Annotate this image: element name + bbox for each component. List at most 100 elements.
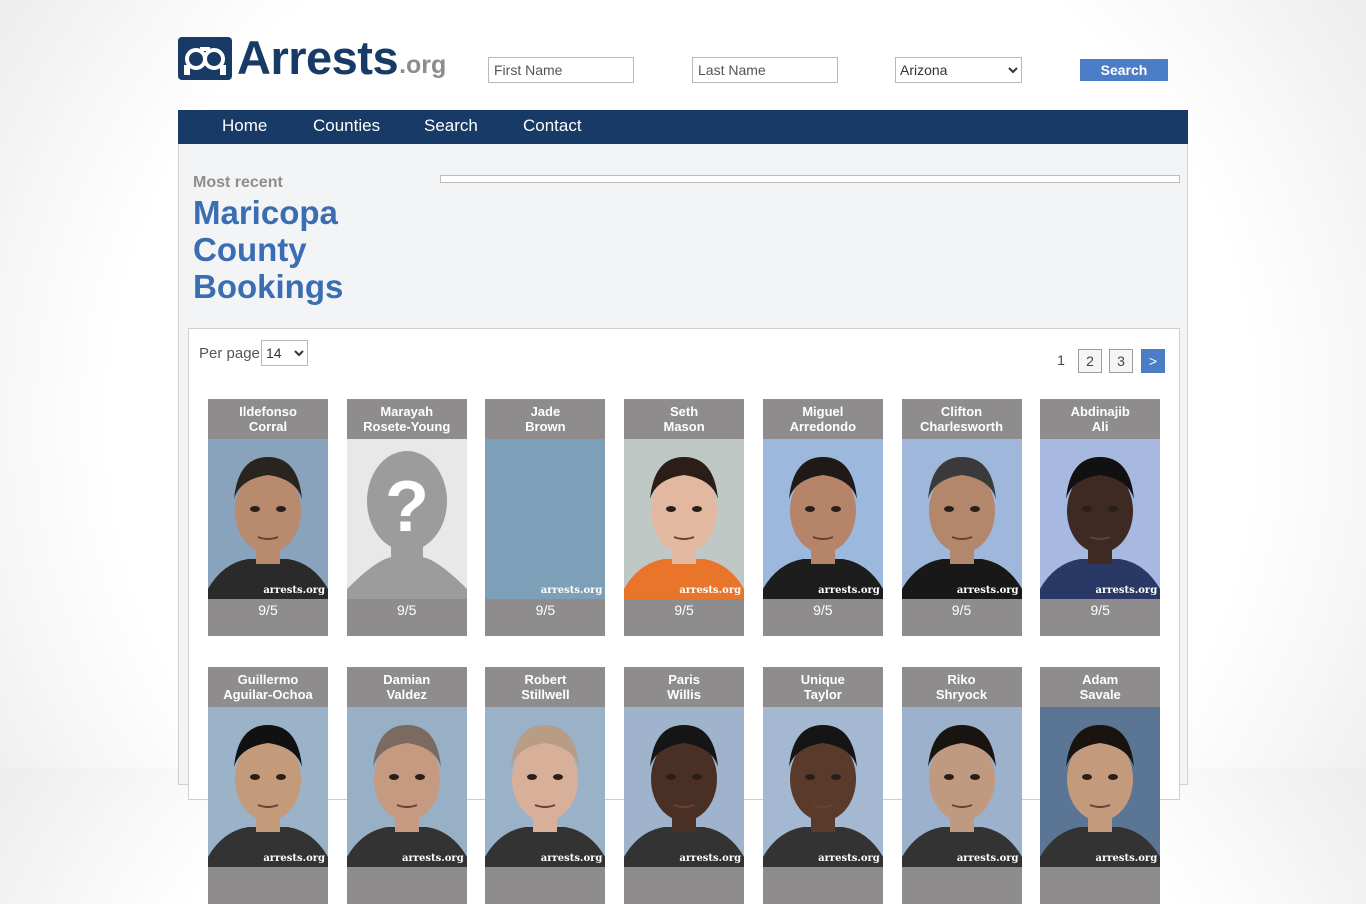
mugshot-photo[interactable]: arrests.org — [624, 439, 745, 599]
booking-first-name: Damian — [383, 672, 431, 687]
handcuffs-logo-icon — [178, 37, 232, 80]
mugshot-photo[interactable]: arrests.org — [485, 707, 606, 867]
booking-name[interactable]: Ildefonso Corral — [208, 399, 328, 439]
search-button[interactable]: Search — [1080, 59, 1168, 81]
mugshot-photo[interactable]: arrests.org — [208, 439, 328, 599]
booking-last-name: Mason — [663, 419, 705, 434]
page-link-2[interactable]: 2 — [1078, 349, 1102, 373]
booking-name[interactable]: Jade Brown — [485, 399, 605, 439]
watermark: arrests.org — [540, 585, 603, 596]
main-content: Most recent Maricopa County Bookings Per… — [178, 144, 1188, 904]
booking-card[interactable]: Robert Stillwell arrests.org — [485, 667, 606, 904]
booking-card[interactable]: Guillermo Aguilar-Ochoa arrests.org — [208, 667, 328, 904]
booking-name[interactable]: Seth Mason — [624, 399, 744, 439]
watermark: arrests.org — [818, 585, 880, 596]
question-silhouette-icon: ? — [346, 451, 467, 599]
no-photo-placeholder[interactable]: ? — [346, 439, 467, 599]
svg-text:?: ? — [385, 467, 429, 547]
first-name-input[interactable] — [488, 57, 634, 83]
booking-card[interactable]: Unique Taylor arrests.org — [762, 667, 883, 904]
mugshot-photo[interactable]: arrests.org — [901, 707, 1022, 867]
per-page-label: Per page — [199, 345, 260, 362]
booking-last-name: Brown — [525, 419, 566, 434]
booking-first-name: Abdinajib — [1070, 404, 1130, 419]
booking-name[interactable]: Marayah Rosete-Young — [347, 399, 467, 439]
booking-card[interactable]: Riko Shryock arrests.org — [901, 667, 1022, 904]
person-portrait-icon — [901, 725, 1022, 867]
booking-card[interactable]: Marayah Rosete-Young? 9/5 — [346, 399, 467, 636]
state-select[interactable]: Arizona — [895, 57, 1022, 83]
booking-last-name: Aguilar-Ochoa — [223, 687, 313, 702]
per-page-select[interactable]: 14 — [261, 340, 308, 366]
person-portrait-icon — [762, 457, 883, 599]
booking-last-name: Ali — [1091, 419, 1109, 434]
booking-date: 9/5 — [813, 602, 833, 618]
booking-first-name: Clifton — [940, 404, 983, 419]
booking-card[interactable]: Miguel Arredondo arrests.org 9/5 — [762, 399, 883, 636]
booking-name[interactable]: Abdinajib Ali — [1040, 399, 1160, 439]
booking-card[interactable]: Adam Savale arrests.org — [1040, 667, 1161, 904]
booking-first-name: Adam — [1082, 672, 1119, 687]
booking-date: 9/5 — [396, 602, 417, 618]
booking-first-name: Ildefonso — [239, 404, 297, 419]
booking-first-name: Unique — [800, 672, 845, 687]
booking-name[interactable]: Adam Savale — [1040, 667, 1160, 707]
watermark: arrests.org — [679, 585, 742, 596]
mugshot-photo[interactable]: arrests.org — [901, 439, 1022, 599]
booking-name[interactable]: Paris Willis — [624, 667, 744, 707]
mugshot-photo[interactable]: arrests.org — [762, 707, 883, 867]
mugshot-photo[interactable]: arrests.org — [1040, 707, 1161, 867]
booking-first-name: Riko — [947, 672, 976, 687]
person-portrait-icon — [624, 457, 745, 599]
nav-home[interactable]: Home — [222, 110, 267, 142]
booking-first-name: Miguel — [802, 404, 844, 419]
next-page-button[interactable]: > — [1141, 349, 1165, 373]
watermark: arrests.org — [679, 853, 742, 864]
booking-date: 9/5 — [674, 602, 694, 618]
nav-counties[interactable]: Counties — [313, 110, 380, 142]
watermark: arrests.org — [263, 853, 325, 864]
booking-last-name: Willis — [667, 687, 702, 702]
mugshot-photo[interactable]: arrests.org — [762, 439, 883, 599]
nav-contact[interactable]: Contact — [523, 110, 582, 142]
watermark: arrests.org — [540, 853, 603, 864]
page-title: Maricopa County Bookings — [193, 194, 344, 305]
ad-placeholder — [440, 175, 1180, 183]
mugshot-photo[interactable]: arrests.org — [485, 439, 606, 599]
booking-card[interactable]: Clifton Charlesworth arrests.org 9/5 — [901, 399, 1022, 636]
person-portrait-icon — [901, 457, 1022, 599]
booking-date: 9/5 — [951, 602, 972, 618]
booking-card[interactable]: Seth Mason arrests.org 9/5 — [624, 399, 745, 636]
booking-name[interactable]: Unique Taylor — [763, 667, 883, 707]
mugshot-photo[interactable]: arrests.org — [1040, 439, 1161, 599]
booking-card[interactable]: Damian Valdez arrests.org — [346, 667, 467, 904]
mugshot-photo[interactable]: arrests.org — [624, 707, 745, 867]
booking-name[interactable]: Robert Stillwell — [485, 667, 605, 707]
mugshot-photo[interactable]: arrests.org — [208, 707, 328, 867]
booking-last-name: Taylor — [803, 687, 842, 702]
booking-last-name: Stillwell — [521, 687, 570, 702]
booking-card[interactable]: Abdinajib Ali arrests.org 9/5 — [1040, 399, 1161, 636]
booking-name[interactable]: Damian Valdez — [347, 667, 467, 707]
booking-name[interactable]: Guillermo Aguilar-Ochoa — [208, 667, 328, 707]
nav-search[interactable]: Search — [424, 110, 478, 142]
watermark: arrests.org — [1095, 585, 1158, 596]
booking-last-name: Valdez — [386, 687, 427, 702]
mugshot-photo[interactable]: arrests.org — [346, 707, 467, 867]
bookings-panel: Per page 14 1 2 3 > Ildefonso Corral arres… — [188, 328, 1180, 904]
booking-first-name: Robert — [524, 672, 567, 687]
booking-name[interactable]: Riko Shryock — [902, 667, 1022, 707]
booking-name[interactable]: Miguel Arredondo — [763, 399, 883, 439]
page-link-3[interactable]: 3 — [1109, 349, 1133, 373]
booking-first-name: Guillermo — [237, 672, 299, 687]
booking-name[interactable]: Clifton Charlesworth — [902, 399, 1022, 439]
last-name-input[interactable] — [692, 57, 838, 83]
page-current: 1 — [1057, 352, 1065, 368]
person-portrait-icon — [485, 725, 606, 867]
booking-card[interactable]: Ildefonso Corral arrests.org 9/5 — [208, 399, 328, 636]
booking-date: 9/5 — [258, 602, 278, 618]
booking-card[interactable]: Jade Brown arrests.org 9/5 — [485, 399, 606, 636]
booking-card[interactable]: Paris Willis arrests.org — [624, 667, 745, 904]
watermark: arrests.org — [402, 853, 464, 864]
site-logo[interactable]: Arrests .org — [178, 34, 446, 81]
